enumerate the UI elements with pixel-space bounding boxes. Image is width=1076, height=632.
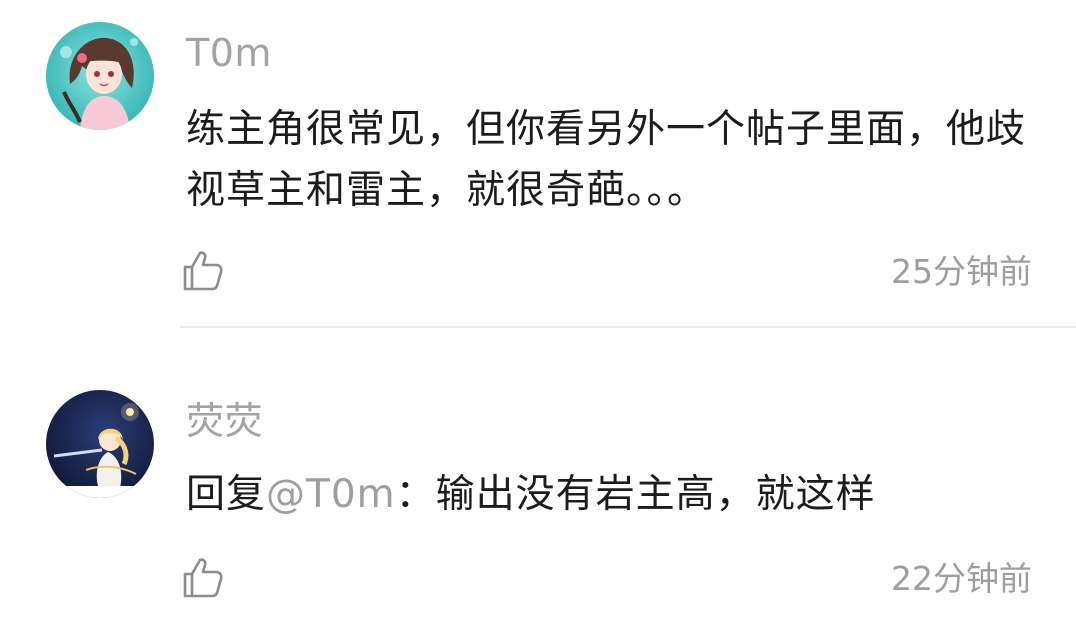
comment-timestamp: 25分钟前 [891, 252, 1032, 291]
thumbs-up-icon [183, 251, 223, 291]
comment-item: T0m 练主角很常见，但你看另外一个帖子里面，他歧视草主和雷主，就很奇葩。。。 … [0, 0, 1076, 326]
comment-body: 回复@T0m：输出没有岩主高，就这样 [186, 464, 1046, 525]
reply-prefix: 回复 [186, 472, 267, 517]
user-avatar[interactable] [46, 390, 154, 498]
comment-item: 荧荧 回复@T0m：输出没有岩主高，就这样 22分钟前 [0, 328, 1076, 632]
reply-text: ：输出没有岩主高，就这样 [395, 472, 876, 517]
traveler-lumine-avatar-icon [46, 390, 154, 498]
comment-username[interactable]: T0m [186, 34, 272, 72]
comment-body: 练主角很常见，但你看另外一个帖子里面，他歧视草主和雷主，就很奇葩。。。 [186, 107, 1027, 213]
anime-girl-avatar-icon [46, 22, 154, 130]
like-button[interactable] [180, 555, 226, 601]
thumbs-up-icon [183, 558, 223, 598]
user-avatar[interactable] [46, 22, 154, 130]
mention-link[interactable]: @T0m [266, 472, 396, 517]
comment-username[interactable]: 荧荧 [186, 402, 263, 440]
comment-timestamp: 22分钟前 [891, 559, 1032, 598]
like-button[interactable] [180, 248, 226, 294]
